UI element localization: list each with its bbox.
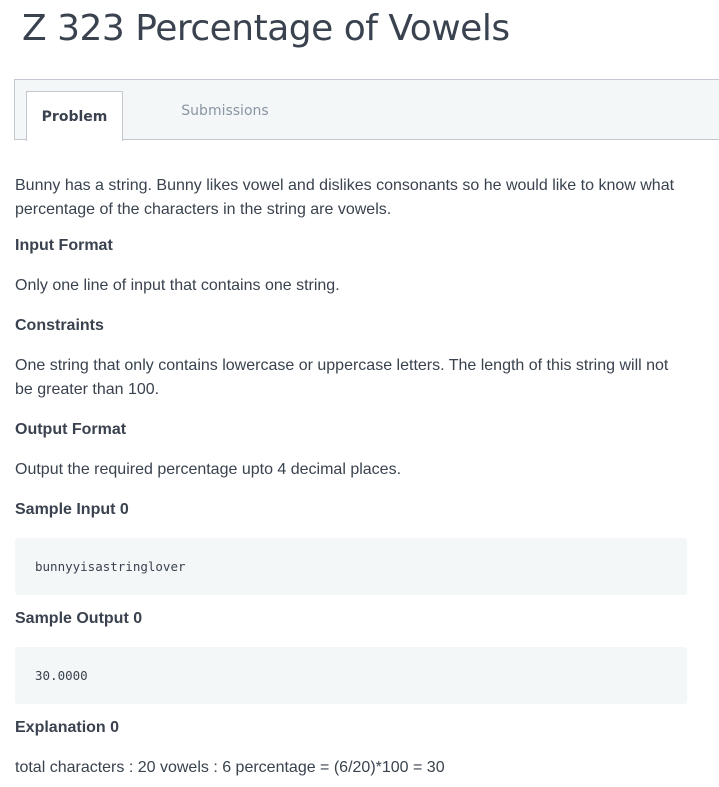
sample-output-block: 30.0000 xyxy=(15,647,687,704)
tab-problem-label: Problem xyxy=(41,108,108,125)
constraints-heading: Constraints xyxy=(15,317,104,334)
input-format-heading: Input Format xyxy=(15,237,113,254)
sample-input-heading: Sample Input 0 xyxy=(15,501,129,518)
explanation-text: total characters : 20 vowels : 6 percent… xyxy=(15,759,445,776)
problem-statement: Bunny has a string. Bunny likes vowel an… xyxy=(15,177,675,218)
output-format-text: Output the required percentage upto 4 de… xyxy=(15,461,402,478)
tab-bar: Problem Submissions xyxy=(14,79,719,141)
sample-output-heading: Sample Output 0 xyxy=(15,610,143,627)
sample-input-code: bunnyyisastringlover xyxy=(35,559,186,574)
tab-problem[interactable]: Problem xyxy=(26,91,123,141)
page-title: Z 323 Percentage of Vowels xyxy=(22,8,510,49)
explanation-heading: Explanation 0 xyxy=(15,719,120,736)
tab-submissions[interactable]: Submissions xyxy=(165,91,285,131)
output-format-heading: Output Format xyxy=(15,421,127,438)
problem-content: Bunny has a string. Bunny likes vowel an… xyxy=(15,174,687,780)
constraints-text: One string that only contains lowercase … xyxy=(15,357,669,398)
sample-input-block: bunnyyisastringlover xyxy=(15,538,687,595)
tab-submissions-label: Submissions xyxy=(181,103,269,119)
sample-output-code: 30.0000 xyxy=(35,668,88,683)
input-format-text: Only one line of input that contains one… xyxy=(15,277,340,294)
